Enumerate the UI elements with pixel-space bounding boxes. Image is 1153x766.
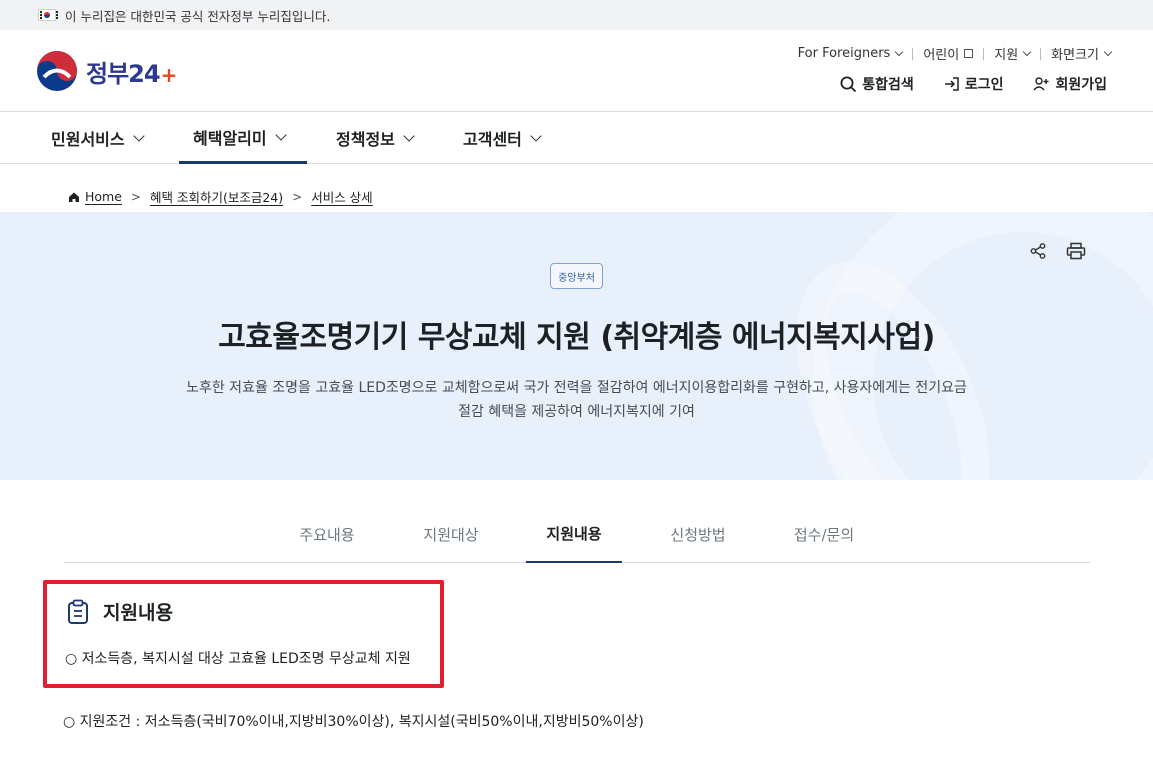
chevron-down-icon xyxy=(132,130,145,142)
login-label: 로그인 xyxy=(964,77,1004,93)
chevron-down-icon xyxy=(530,130,542,142)
section-title: 지원내용 xyxy=(103,602,173,624)
util-kids[interactable]: 어린이 xyxy=(923,44,974,63)
breadcrumb-separator: > xyxy=(130,189,141,204)
breadcrumb-home[interactable]: Home xyxy=(85,189,122,204)
gnb-civil-service-label: 민원서비스 xyxy=(51,130,125,149)
share-icon xyxy=(1030,243,1046,259)
ministry-badge: 중앙부처 xyxy=(550,263,603,289)
tab-eligibility[interactable]: 지원대상 xyxy=(406,506,496,563)
divider xyxy=(983,47,985,60)
chevron-down-icon xyxy=(1022,47,1032,56)
header-actions: 통합검색 로그인 회원가입 xyxy=(810,74,1107,94)
util-for-foreigners[interactable]: For Foreigners xyxy=(797,46,904,61)
divider xyxy=(1040,47,1042,60)
util-support[interactable]: 지원 xyxy=(994,44,1032,63)
page-title: 고효율조명기기 무상교체 지원 (취약계층 에너지복지사업) xyxy=(218,320,935,355)
user-add-icon xyxy=(1033,77,1049,91)
content-tabs: 주요내용 지원대상 지원내용 신청방법 접수/문의 xyxy=(64,506,1090,563)
logo-name: 정부24 xyxy=(86,59,161,88)
util-support-label: 지원 xyxy=(994,48,1019,63)
site-header: 정부24 + For Foreigners 어린이 지원 화면크기 통합검색 로… xyxy=(0,30,1153,112)
support-item-1: ○ 저소득층, 복지시설 대상 고효율 LED조명 무상교체 지원 xyxy=(65,651,411,667)
taegeuk-logo-icon xyxy=(37,51,77,91)
util-for-foreigners-label: For Foreigners xyxy=(797,46,891,61)
gov-notice-bar: 이 누리집은 대한민국 공식 전자정부 누리집입니다. xyxy=(0,0,1153,30)
breadcrumb-separator: > xyxy=(292,189,303,204)
support-content-section: 지원내용 ○ 저소득층, 복지시설 대상 고효율 LED조명 무상교체 지원 xyxy=(43,580,444,688)
service-description-line-1: 노후한 저효율 조명을 고효율 LED조명으로 교체함으로써 국가 전력을 절감… xyxy=(186,380,967,396)
service-description-line-2: 절감 혜택을 제공하여 에너지복지에 기여 xyxy=(458,404,695,420)
support-condition: ○ 지원조건 : 저소득층(국비70%이내,지방비30%이상), 복지시설(국비… xyxy=(63,714,644,730)
tab-main-content[interactable]: 주요내용 xyxy=(282,506,372,563)
chevron-down-icon xyxy=(1103,47,1113,56)
util-font-size-label: 화면크기 xyxy=(1051,48,1099,63)
integrated-search-label: 통합검색 xyxy=(862,77,914,93)
tab-application-method[interactable]: 신청방법 xyxy=(653,506,743,563)
service-hero: 중앙부처 고효율조명기기 무상교체 지원 (취약계층 에너지복지사업) 노후한 … xyxy=(0,212,1153,480)
global-nav: 민원서비스 혜택알리미 정책정보 고객센터 xyxy=(0,112,1153,164)
gnb-benefit-alert-label: 혜택알리미 xyxy=(193,128,267,148)
gov-notice-text: 이 누리집은 대한민국 공식 전자정부 누리집입니다. xyxy=(65,8,331,24)
login-icon xyxy=(944,77,959,91)
hero-tools xyxy=(1013,238,1089,264)
gnb-benefit-alert[interactable]: 혜택알리미 xyxy=(179,112,307,164)
util-font-size[interactable]: 화면크기 xyxy=(1051,44,1113,63)
tab-support-content[interactable]: 지원내용 xyxy=(526,506,622,563)
search-icon xyxy=(840,76,857,92)
gnb-policy-info[interactable]: 정책정보 xyxy=(336,112,415,164)
print-icon xyxy=(1066,242,1086,260)
gnb-customer-center[interactable]: 고객센터 xyxy=(463,112,542,164)
korea-flag-icon xyxy=(38,9,58,21)
signup-label: 회원가입 xyxy=(1055,77,1107,93)
tab-inquiry[interactable]: 접수/문의 xyxy=(776,506,872,563)
login-button[interactable]: 로그인 xyxy=(944,74,1004,94)
share-button[interactable] xyxy=(1025,238,1051,264)
signup-button[interactable]: 회원가입 xyxy=(1033,74,1107,94)
divider xyxy=(912,47,914,60)
logo-plus: + xyxy=(160,62,178,87)
breadcrumb: Home > 혜택 조회하기(보조금24) > 서비스 상세 xyxy=(68,187,373,206)
utility-links: For Foreigners 어린이 지원 화면크기 xyxy=(797,44,1113,63)
service-description: 노후한 저효율 조명을 고효율 LED조명으로 교체함으로써 국가 전력을 절감… xyxy=(150,376,1003,424)
chevron-down-icon xyxy=(274,128,287,141)
breadcrumb-benefit-lookup[interactable]: 혜택 조회하기(보조금24) xyxy=(150,187,283,206)
gnb-customer-center-label: 고객센터 xyxy=(463,130,522,149)
gov24-logo[interactable]: 정부24 + xyxy=(36,50,178,92)
gnb-civil-service[interactable]: 민원서비스 xyxy=(51,112,145,164)
chevron-down-icon xyxy=(895,47,904,56)
clipboard-icon xyxy=(68,599,88,624)
integrated-search-button[interactable]: 통합검색 xyxy=(840,74,914,94)
home-icon xyxy=(69,192,79,202)
logo-text: 정부24 + xyxy=(86,54,178,89)
breadcrumb-service-detail[interactable]: 서비스 상세 xyxy=(311,187,372,206)
section-header: 지원내용 xyxy=(67,598,173,625)
gnb-policy-info-label: 정책정보 xyxy=(336,130,395,149)
util-kids-label: 어린이 xyxy=(923,48,960,63)
external-link-icon xyxy=(964,49,974,58)
print-button[interactable] xyxy=(1063,238,1089,264)
chevron-down-icon xyxy=(403,130,415,142)
